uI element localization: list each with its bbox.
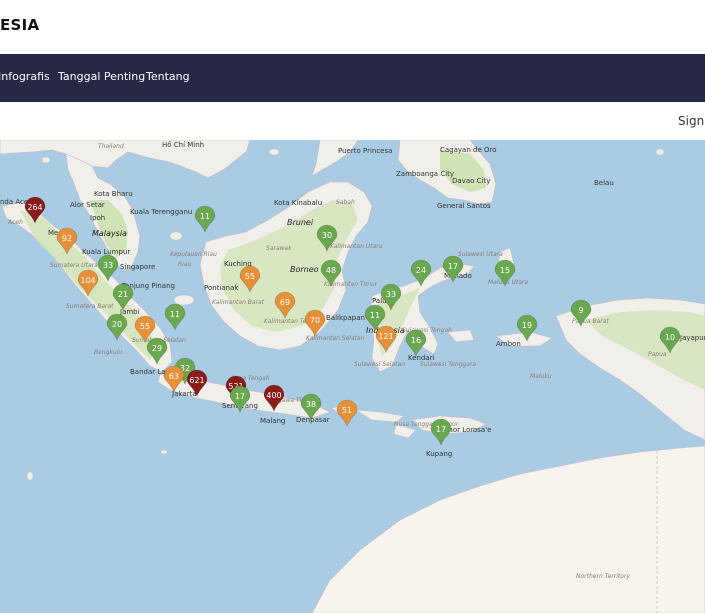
label-prov-sabah: Sabah: [336, 199, 355, 206]
land-riau-islands: [169, 231, 183, 241]
label-prov-bengkulu: Bengkulu: [94, 349, 122, 356]
marker-count: 121: [378, 332, 393, 341]
label-prov-sulut: Sulawesi Utara: [458, 251, 503, 258]
marker-count: 11: [370, 311, 380, 320]
main-navbar: Infografis Tanggal Penting Tentang: [0, 54, 705, 102]
label-prov-kalbar: Kalimantan Barat: [212, 299, 265, 306]
marker-count: 10: [665, 333, 675, 342]
label-borneo: Borneo: [290, 265, 319, 274]
marker-count: 51: [342, 406, 352, 415]
site-brand[interactable]: ESIA: [0, 16, 39, 34]
marker-count: 17: [436, 425, 446, 434]
top-header: ESIA: [0, 0, 705, 54]
label-kuala-terengganu: Kuala Terengganu: [130, 208, 192, 216]
land-bangka: [173, 294, 195, 306]
marker-count: 33: [103, 261, 113, 270]
nav-item-tanggal-penting[interactable]: Tanggal Penting: [58, 70, 145, 83]
marker-count: 24: [416, 266, 426, 275]
map-view[interactable]: Thailand Hồ Chí Minh Puerto Princesa Cag…: [0, 140, 705, 613]
marker-count: 55: [140, 322, 150, 331]
label-alor-setar: Alor Setar: [70, 201, 105, 209]
label-prov-sumut: Sumatera Utara: [50, 262, 98, 269]
label-ipoh: Ipoh: [90, 214, 105, 222]
label-prov-riau: Riau: [178, 261, 192, 268]
label-kuala-lumpur: Kuala Lumpur: [82, 248, 130, 256]
land-islet: [268, 148, 280, 156]
marker-count: 11: [200, 212, 210, 221]
marker-count: 17: [235, 392, 245, 401]
label-thailand: Thailand: [98, 143, 124, 150]
label-prov-sulsel: Sulawesi Selatan: [354, 361, 405, 368]
label-malaysia: Malaysia: [92, 229, 127, 238]
label-prov-sumbar: Sumatera Barat: [66, 303, 114, 310]
land-islet: [160, 449, 168, 455]
marker-count: 55: [245, 272, 255, 281]
marker-count: 21: [118, 290, 128, 299]
land-islet: [41, 156, 51, 164]
marker-count: 104: [80, 276, 95, 285]
marker-count: 63: [169, 372, 179, 381]
label-prov-sultra: Sulawesi Tenggara: [420, 361, 476, 368]
label-prov-kaltara: Kalimantan Utara: [330, 243, 383, 250]
marker-count: 92: [62, 234, 72, 243]
marker-count: 17: [448, 262, 458, 271]
label-singapore: Singapore: [120, 263, 155, 271]
marker-count: 15: [500, 266, 510, 275]
label-prov-maluku: Maluku: [530, 373, 552, 380]
marker-count: 9: [578, 306, 583, 315]
nav-item-infografis[interactable]: Infografis: [0, 70, 50, 83]
nav-item-tentang[interactable]: Tentang: [146, 70, 190, 83]
marker-count: 69: [280, 298, 290, 307]
marker-count: 621: [189, 376, 204, 385]
label-pontianak: Pontianak: [204, 284, 239, 292]
label-zamboanga: Zamboanga City: [396, 170, 454, 178]
label-davao: Davao City: [452, 177, 490, 185]
marker-count: 400: [266, 391, 281, 400]
label-northern-territory: Northern Territory: [576, 573, 630, 580]
label-prov-kepri: Kepulauan Riau: [170, 251, 217, 258]
label-puerto-princesa: Puerto Princesa: [338, 147, 392, 155]
marker-count: 29: [152, 344, 162, 353]
label-jayapura: Jayapura: [679, 334, 705, 342]
label-prov-sarawak: Sarawak: [266, 245, 292, 252]
label-kota-bharu: Kota Bharu: [94, 190, 133, 198]
label-ho-chi-minh: Hồ Chí Minh: [162, 141, 204, 149]
sub-toolbar: Sign In: [0, 102, 705, 141]
label-belau: Belau: [594, 179, 614, 187]
label-malang: Malang: [260, 417, 285, 425]
marker-count: 19: [522, 321, 532, 330]
label-balikpapan: Balikpapan: [326, 314, 365, 322]
marker-count: 264: [27, 203, 42, 212]
sign-in-link[interactable]: Sign In: [678, 114, 705, 128]
label-denpasar: Denpasar: [296, 416, 330, 424]
marker-count: 20: [112, 320, 122, 329]
label-brunei: Brunei: [287, 218, 314, 227]
marker-count: 11: [170, 310, 180, 319]
label-general-santos: General Santos: [437, 202, 491, 210]
marker-count: 16: [411, 336, 421, 345]
label-prov-aceh: Aceh: [7, 219, 23, 226]
label-kupang: Kupang: [426, 450, 452, 458]
label-prov-papua: Papua: [648, 351, 667, 358]
marker-count: 38: [306, 400, 316, 409]
marker-count: 48: [326, 266, 336, 275]
land-islet: [655, 148, 665, 156]
marker-count: 30: [322, 231, 332, 240]
label-cagayan: Cagayan de Oro: [440, 146, 497, 154]
label-ambon: Ambon: [496, 340, 521, 348]
label-jakarta: Jakarta: [171, 390, 197, 398]
label-kota-kinabalu: Kota Kinabalu: [274, 199, 322, 207]
marker-count: 33: [386, 290, 396, 299]
marker-count: 70: [310, 316, 320, 325]
label-jambi: Jambi: [119, 308, 140, 316]
land-islet: [26, 471, 34, 481]
map-canvas[interactable]: Thailand Hồ Chí Minh Puerto Princesa Cag…: [0, 140, 705, 613]
